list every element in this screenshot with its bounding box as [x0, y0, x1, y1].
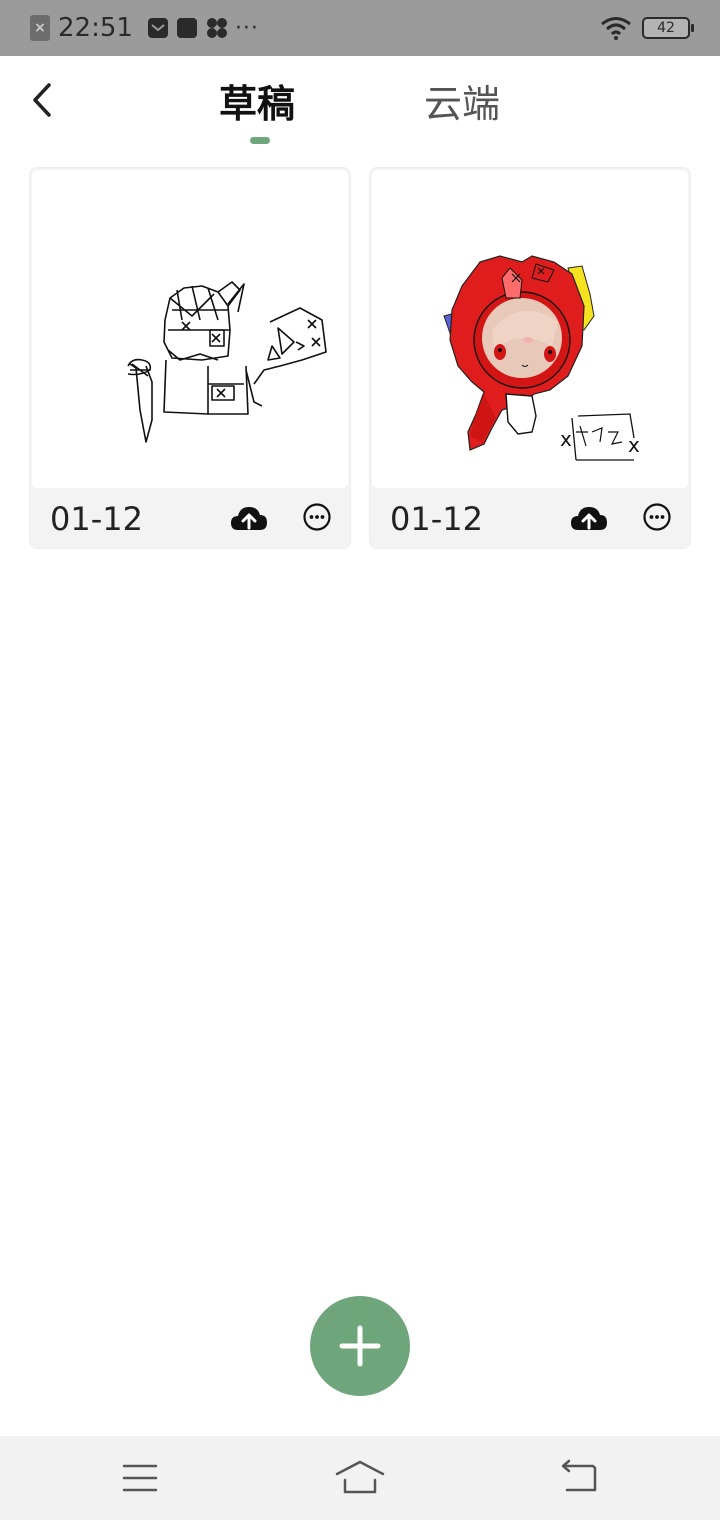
drafts-screen: × 22:51 ··· 42 草稿 云端 01-12 x x 01-12 — [0, 0, 720, 1520]
draft-date: 01-12 — [390, 500, 483, 538]
status-bar-right: 42 — [600, 14, 694, 42]
battery-level: 42 — [657, 20, 675, 36]
fan-icon — [206, 18, 227, 38]
active-tab-indicator — [250, 137, 270, 144]
menu-icon — [122, 1464, 158, 1492]
back-button[interactable] — [22, 78, 62, 122]
plus-icon — [339, 1325, 381, 1367]
sketch-drawing — [127, 281, 327, 443]
upload-button[interactable] — [230, 502, 268, 534]
svg-text:x: x — [628, 433, 640, 457]
home-icon — [335, 1460, 385, 1494]
nav-menu-button[interactable] — [115, 1458, 165, 1498]
draft-date: 01-12 — [50, 500, 143, 538]
draft-thumbnail[interactable] — [32, 170, 348, 488]
svg-text:x: x — [560, 427, 572, 451]
notification-app-icon: × — [30, 15, 50, 41]
tab-drafts[interactable]: 草稿 — [219, 76, 295, 132]
character-drawing: x x — [443, 255, 640, 461]
nav-back-button[interactable] — [555, 1458, 605, 1498]
system-nav-bar — [0, 1436, 720, 1520]
status-bar: × 22:51 ··· 42 — [0, 0, 720, 56]
add-draft-button[interactable] — [310, 1296, 410, 1396]
return-icon — [561, 1459, 597, 1492]
draft-card[interactable]: 01-12 — [29, 167, 351, 549]
draft-thumbnail[interactable]: x x — [372, 170, 688, 488]
wifi-icon — [601, 17, 631, 40]
app-notification-icon — [176, 18, 197, 38]
more-options-button[interactable] — [302, 502, 332, 532]
more-horizontal-circle-icon — [643, 503, 671, 531]
more-horizontal-circle-icon — [303, 503, 331, 531]
tab-cloud[interactable]: 云端 — [424, 76, 500, 132]
upload-button[interactable] — [570, 502, 608, 534]
status-more-indicator: ··· — [234, 15, 259, 41]
status-time: 22:51 — [58, 13, 133, 43]
status-bar-left: × 22:51 ··· — [30, 12, 259, 44]
cloud-upload-icon — [231, 507, 267, 530]
draft-card[interactable]: x x 01-12 — [369, 167, 691, 549]
more-options-button[interactable] — [642, 502, 672, 532]
header: 草稿 云端 — [0, 56, 720, 156]
battery-indicator: 42 — [642, 17, 694, 39]
chevron-left-icon — [33, 83, 51, 117]
cloud-upload-icon — [571, 507, 607, 530]
message-icon — [147, 18, 168, 38]
nav-home-button[interactable] — [335, 1458, 385, 1498]
